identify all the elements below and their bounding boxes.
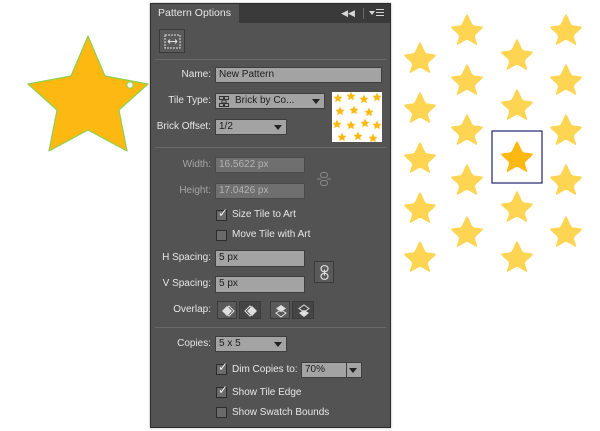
overlap-bottom-in-front-icon	[298, 304, 310, 317]
brick-tile-icon	[219, 96, 229, 107]
header-divider	[363, 8, 364, 19]
separator	[155, 59, 386, 60]
pattern-preview-area	[404, 14, 582, 272]
name-label: Name:	[181, 69, 211, 80]
width-label: Width:	[182, 159, 211, 170]
pattern-copy-star	[501, 191, 533, 222]
copies-value: 5 x 5	[219, 338, 241, 349]
overlap-left-in-front-icon	[222, 305, 235, 317]
pattern-copy-star	[404, 142, 436, 173]
brick-offset-dropdown[interactable]: 1/2	[215, 119, 287, 135]
copies-dropdown[interactable]: 5 x 5	[215, 336, 287, 352]
overlap-bottom-in-front-button[interactable]	[292, 301, 314, 319]
pattern-copy-star	[501, 39, 533, 70]
link-dimensions-icon[interactable]	[317, 171, 331, 187]
pattern-copy-star	[404, 192, 436, 223]
tile-type-value: Brick by Co...	[235, 95, 295, 106]
link-spacing-button[interactable]	[314, 261, 334, 283]
overlap-left-in-front-button[interactable]	[217, 301, 237, 319]
show-swatch-bounds-checkbox[interactable]	[216, 407, 227, 418]
h-spacing-label: H Spacing:	[162, 252, 211, 263]
width-input[interactable]: 16.5622 px	[215, 157, 305, 173]
panel-title-tab[interactable]: Pattern Options	[151, 4, 239, 23]
star-artwork[interactable]	[26, 34, 150, 152]
dim-copies-value: 70%	[305, 364, 326, 375]
brick-offset-value: 1/2	[219, 121, 233, 132]
chevron-down-icon	[349, 368, 357, 373]
move-tile-with-art-label: Move Tile with Art	[232, 229, 311, 240]
anchor-point-handle[interactable]	[126, 81, 134, 89]
pattern-copy-star	[451, 216, 483, 247]
h-spacing-input[interactable]: 5 px	[215, 250, 305, 267]
pattern-copy-star	[550, 64, 582, 95]
dim-copies-checkbox[interactable]: ✓	[216, 360, 229, 375]
size-tile-to-art-label: Size Tile to Art	[232, 209, 296, 220]
copies-label: Copies:	[177, 338, 211, 349]
pattern-swatch-preview	[332, 92, 382, 142]
overlap-label: Overlap:	[173, 304, 211, 315]
pattern-copy-star	[550, 216, 582, 247]
move-tile-with-art-checkbox[interactable]	[216, 230, 227, 241]
pattern-copy-star	[501, 241, 533, 272]
overlap-top-in-front-button[interactable]	[270, 301, 290, 319]
v-spacing-input[interactable]: 5 px	[215, 276, 305, 293]
height-input[interactable]: 17.0426 px	[215, 183, 305, 199]
pattern-tile-tool-button[interactable]	[159, 29, 185, 53]
tile-type-dropdown[interactable]: Brick by Co...	[215, 93, 325, 109]
pattern-copy-star	[451, 164, 483, 195]
overlap-right-in-front-icon	[244, 305, 257, 317]
pattern-name-input[interactable]: New Pattern	[215, 67, 382, 83]
panel-menu-icon[interactable]	[369, 8, 385, 19]
chevron-down-icon	[274, 125, 282, 130]
v-spacing-label: V Spacing:	[162, 278, 211, 289]
pattern-copy-star	[451, 14, 483, 45]
pattern-copy-star	[501, 89, 533, 120]
chain-link-icon	[320, 265, 329, 280]
overlap-top-in-front-icon	[275, 305, 287, 318]
pattern-options-panel: Pattern Options ◀◀ Name: New Pattern Til…	[150, 3, 391, 428]
pattern-copy-star	[404, 92, 436, 123]
pattern-copy-star	[404, 241, 436, 272]
pattern-copy-star	[451, 114, 483, 145]
double-chevron-left-icon[interactable]: ◀◀	[341, 4, 355, 23]
chevron-down-icon	[312, 99, 320, 104]
separator	[155, 147, 386, 148]
brick-offset-label: Brick Offset:	[156, 121, 211, 132]
checkmark-icon: ✓	[218, 383, 229, 397]
pattern-tile-tool-icon	[164, 34, 181, 49]
show-tile-edge-label: Show Tile Edge	[232, 387, 302, 398]
checkmark-icon: ✓	[218, 206, 229, 220]
show-swatch-bounds-label: Show Swatch Bounds	[232, 407, 330, 418]
overlap-right-in-front-button[interactable]	[239, 301, 261, 319]
pattern-copy-star	[550, 14, 582, 45]
chevron-down-icon	[274, 342, 282, 347]
size-tile-to-art-checkbox[interactable]: ✓	[216, 206, 229, 221]
separator	[155, 327, 386, 328]
pattern-copy-star	[550, 164, 582, 195]
height-label: Height:	[179, 185, 211, 196]
star-shape[interactable]	[27, 35, 149, 152]
dropdown-divider	[346, 363, 347, 377]
tile-type-label: Tile Type:	[168, 95, 211, 106]
dim-copies-dropdown[interactable]: 70%	[301, 362, 362, 378]
checkmark-icon: ✓	[218, 360, 229, 374]
pattern-copy-star	[404, 42, 436, 73]
pattern-copy-star	[451, 64, 483, 95]
show-tile-edge-checkbox[interactable]: ✓	[216, 383, 229, 398]
dim-copies-label: Dim Copies to:	[232, 364, 298, 375]
pattern-copy-star	[550, 114, 582, 145]
